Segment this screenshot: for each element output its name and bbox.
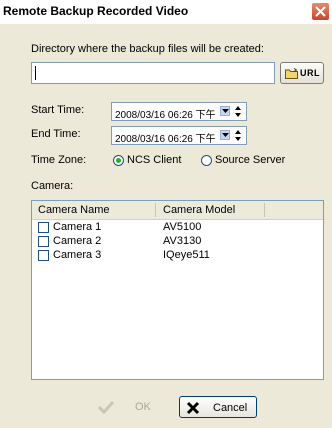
directory-label: Directory where the backup files will be… bbox=[31, 43, 264, 55]
start-time-spinner[interactable] bbox=[233, 104, 243, 119]
camera-model: IQeye511 bbox=[163, 249, 210, 261]
end-time-spinner[interactable] bbox=[233, 128, 243, 143]
title-bar[interactable]: Remote Backup Recorded Video bbox=[0, 0, 332, 24]
end-time-dropdown[interactable] bbox=[220, 130, 230, 140]
camera-list[interactable]: Camera Name Camera Model Camera 1 AV5100… bbox=[31, 200, 324, 380]
radio-ncs-client-label[interactable]: NCS Client bbox=[127, 154, 181, 166]
end-time-picker[interactable]: 2008/03/16 06:26 下午 bbox=[111, 126, 247, 145]
radio-ncs-client[interactable] bbox=[113, 155, 124, 166]
camera-checkbox[interactable] bbox=[38, 250, 49, 261]
ok-button-label: OK bbox=[135, 401, 151, 413]
cancel-button-label: Cancel bbox=[213, 402, 248, 414]
radio-source-server-label[interactable]: Source Server bbox=[215, 154, 285, 166]
start-time-label: Start Time: bbox=[31, 104, 85, 116]
window-title: Remote Backup Recorded Video bbox=[3, 4, 189, 18]
radio-source-server[interactable] bbox=[201, 155, 212, 166]
camera-list-header: Camera Name Camera Model bbox=[32, 201, 323, 220]
close-icon bbox=[315, 6, 326, 17]
end-time-label: End Time: bbox=[31, 128, 81, 140]
camera-label: Camera: bbox=[31, 180, 74, 192]
column-divider[interactable] bbox=[155, 203, 156, 217]
camera-checkbox[interactable] bbox=[38, 222, 49, 233]
cancel-button[interactable]: Cancel bbox=[179, 396, 257, 418]
camera-row[interactable]: Camera 3 IQeye511 bbox=[32, 249, 323, 262]
column-camera-model[interactable]: Camera Model bbox=[163, 204, 235, 216]
text-caret bbox=[35, 66, 36, 80]
camera-model: AV5100 bbox=[163, 221, 202, 233]
column-divider[interactable] bbox=[264, 203, 265, 217]
camera-name: Camera 3 bbox=[53, 249, 102, 261]
ok-button[interactable]: OK bbox=[91, 396, 167, 418]
checkmark-icon bbox=[97, 400, 115, 414]
directory-input[interactable] bbox=[31, 62, 275, 84]
chevron-down-icon bbox=[222, 133, 229, 137]
close-button[interactable] bbox=[311, 2, 330, 21]
start-time-picker[interactable]: 2008/03/16 06:26 下午 bbox=[111, 102, 247, 121]
folder-icon bbox=[285, 68, 298, 79]
camera-name: Camera 2 bbox=[53, 235, 102, 247]
time-zone-label: Time Zone: bbox=[31, 154, 87, 166]
camera-checkbox[interactable] bbox=[38, 236, 49, 247]
camera-name: Camera 1 bbox=[53, 221, 102, 233]
browse-url-button[interactable]: URL bbox=[280, 62, 324, 84]
end-time-value: 2008/03/16 06:26 下午 bbox=[115, 134, 216, 145]
browse-url-label: URL bbox=[300, 68, 320, 78]
camera-model: AV3130 bbox=[163, 235, 202, 247]
start-time-value: 2008/03/16 06:26 下午 bbox=[115, 110, 216, 121]
backup-dialog: Remote Backup Recorded Video Directory w… bbox=[0, 0, 332, 428]
start-time-dropdown[interactable] bbox=[220, 106, 230, 116]
chevron-down-icon bbox=[222, 109, 229, 113]
camera-row[interactable]: Camera 1 AV5100 bbox=[32, 221, 323, 234]
x-icon bbox=[186, 401, 200, 415]
camera-row[interactable]: Camera 2 AV3130 bbox=[32, 235, 323, 248]
column-camera-name[interactable]: Camera Name bbox=[38, 204, 110, 216]
